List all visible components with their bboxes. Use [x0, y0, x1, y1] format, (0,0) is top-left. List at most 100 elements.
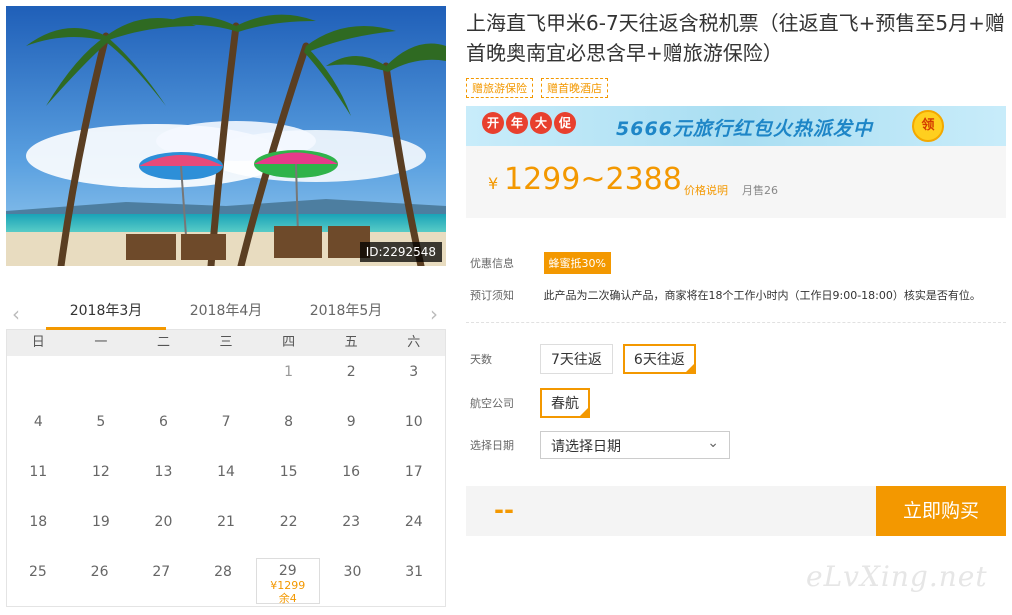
calendar-day: 24 [404, 514, 423, 530]
promo-badge: 开 年 大 促 [482, 112, 576, 134]
days-row: 天数 7天往返 6天往返 [470, 344, 706, 374]
calendar-day: 22 [279, 514, 298, 530]
calendar-day: 30 [343, 564, 362, 580]
day-price: ¥1299 [270, 579, 306, 592]
calendar-day: 17 [404, 464, 423, 480]
calendar-week: 11 12 13 14 15 16 17 [7, 456, 445, 506]
calendar-day-available[interactable]: 29 ¥1299 余4 [255, 558, 320, 605]
calendar-day: 25 [28, 564, 47, 580]
total-price: -- [494, 496, 514, 524]
promo-badge-char: 开 [482, 112, 504, 134]
date-row: 选择日期 请选择日期 ⌄ [470, 431, 730, 459]
tab-month-1[interactable]: 2018年3月 [46, 296, 166, 330]
weekday: 一 [94, 335, 108, 350]
product-photo: ID:2292548 [6, 6, 446, 266]
tab-month-3[interactable]: 2018年5月 [286, 296, 406, 330]
weekday: 二 [156, 335, 170, 350]
calendar-day: 9 [346, 414, 356, 430]
divider [466, 322, 1006, 323]
day-remaining: 余4 [278, 592, 297, 605]
notice-row: 预订须知 此产品为二次确认产品，商家将在18个工作小时内（工作日9:00-18:… [470, 287, 981, 303]
calendar-day: 27 [152, 564, 171, 580]
prev-month-icon[interactable]: ‹ [12, 302, 20, 326]
price-range: 1299~2388 [504, 162, 682, 197]
chevron-down-icon: ⌄ [707, 435, 719, 451]
calendar-day: 12 [91, 464, 110, 480]
buy-now-button[interactable]: 立即购买 [876, 486, 1006, 536]
calendar-day: 28 [214, 564, 232, 580]
calendar-day: 2 [346, 364, 356, 380]
calendar-day: 4 [33, 414, 43, 430]
tab-month-2[interactable]: 2018年4月 [166, 296, 286, 330]
airline-row: 航空公司 春航 [470, 388, 600, 418]
discount-row: 优惠信息 蜂蜜抵30% [470, 252, 611, 274]
promo-text: 5666元旅行红包火热派发中 [616, 118, 873, 140]
coin-icon[interactable]: 领 [912, 110, 944, 142]
date-select-value: 请选择日期 [551, 439, 621, 455]
price-box: ¥ 1299~2388 价格说明 月售26 [466, 146, 1006, 218]
tag-insurance: 赠旅游保险 [466, 78, 533, 98]
calendar-day [7, 356, 70, 406]
day-number: 29 [278, 563, 297, 579]
calendar-day: 15 [279, 464, 298, 480]
promo-badge-char: 年 [506, 112, 528, 134]
date-label: 选择日期 [470, 439, 514, 452]
calendar-month-nav: ‹ 2018年3月 2018年4月 2018年5月 › [6, 296, 446, 330]
discount-label: 优惠信息 [470, 257, 514, 270]
calendar-week: 18 19 20 21 22 23 24 [7, 506, 445, 556]
calendar-day: 21 [217, 514, 235, 530]
calendar-day [70, 356, 133, 406]
calendar-day: 31 [405, 564, 424, 580]
product-tags: 赠旅游保险 赠首晚酒店 [466, 78, 608, 98]
days-option-6[interactable]: 6天往返 [622, 344, 696, 374]
calendar-day: 8 [284, 414, 294, 430]
watermark-logo: eLvXing.net [806, 560, 988, 593]
promo-badge-char: 促 [554, 112, 576, 134]
calendar-day: 26 [90, 564, 109, 580]
calendar-day: 18 [29, 514, 48, 530]
buy-bar: -- 立即购买 [466, 486, 1006, 536]
date-select[interactable]: 请选择日期 ⌄ [540, 431, 730, 459]
product-title: 上海直飞甲米6-7天往返含税机票（往返直飞+预售至5月+赠首晚奥南宜必思含早+赠… [466, 11, 1005, 65]
calendar-day: 14 [217, 464, 235, 480]
calendar-week: 25 26 27 28 29 ¥1299 余4 30 31 [7, 556, 445, 606]
calendar-week: 4 5 6 7 8 9 10 [7, 406, 445, 456]
promo-badge-char: 大 [530, 112, 552, 134]
discount-badge: 蜂蜜抵30% [543, 252, 611, 274]
calendar-day: 10 [404, 414, 423, 430]
calendar-day: 19 [91, 514, 110, 530]
weekday-header: 日 一 二 三 四 五 六 [7, 330, 445, 356]
weekday: 三 [219, 335, 233, 350]
weekday: 四 [282, 335, 296, 350]
calendar-day: 3 [409, 364, 419, 380]
calendar-day: 23 [342, 514, 361, 530]
price-explain-link[interactable]: 价格说明 [684, 182, 728, 198]
calendar-day: 13 [154, 464, 173, 480]
notice-text: 此产品为二次确认产品，商家将在18个工作小时内（工作日9:00-18:00）核实… [543, 289, 981, 302]
calendar-grid: 日 一 二 三 四 五 六 1 2 3 4 5 6 7 8 9 10 11 12… [6, 330, 446, 607]
currency-symbol: ¥ [488, 174, 499, 193]
airline-option[interactable]: 春航 [540, 388, 590, 418]
calendar-day [132, 356, 195, 406]
calendar-day: 11 [29, 464, 48, 480]
beach-image [6, 6, 446, 266]
calendar-day [195, 356, 258, 406]
calendar-day: 20 [154, 514, 173, 530]
calendar-day: 16 [342, 464, 361, 480]
weekday: 日 [31, 335, 45, 350]
promo-banner[interactable]: 开 年 大 促 5666元旅行红包火热派发中 领 [466, 106, 1006, 146]
price-calendar: ‹ 2018年3月 2018年4月 2018年5月 › 日 一 二 三 四 五 … [6, 296, 446, 609]
airline-label: 航空公司 [470, 397, 514, 410]
calendar-day: 5 [96, 414, 106, 430]
weekday: 六 [407, 335, 421, 350]
calendar-week: 1 2 3 [7, 356, 445, 406]
weekday: 五 [344, 335, 358, 350]
days-option-7[interactable]: 7天往返 [540, 344, 613, 374]
next-month-icon[interactable]: › [430, 302, 438, 326]
calendar-day: 6 [158, 414, 168, 430]
photo-id-label: ID:2292548 [359, 242, 442, 262]
days-label: 天数 [470, 353, 492, 366]
calendar-day: 7 [221, 414, 231, 430]
tag-hotel: 赠首晚酒店 [541, 78, 608, 98]
notice-label: 预订须知 [470, 289, 514, 302]
